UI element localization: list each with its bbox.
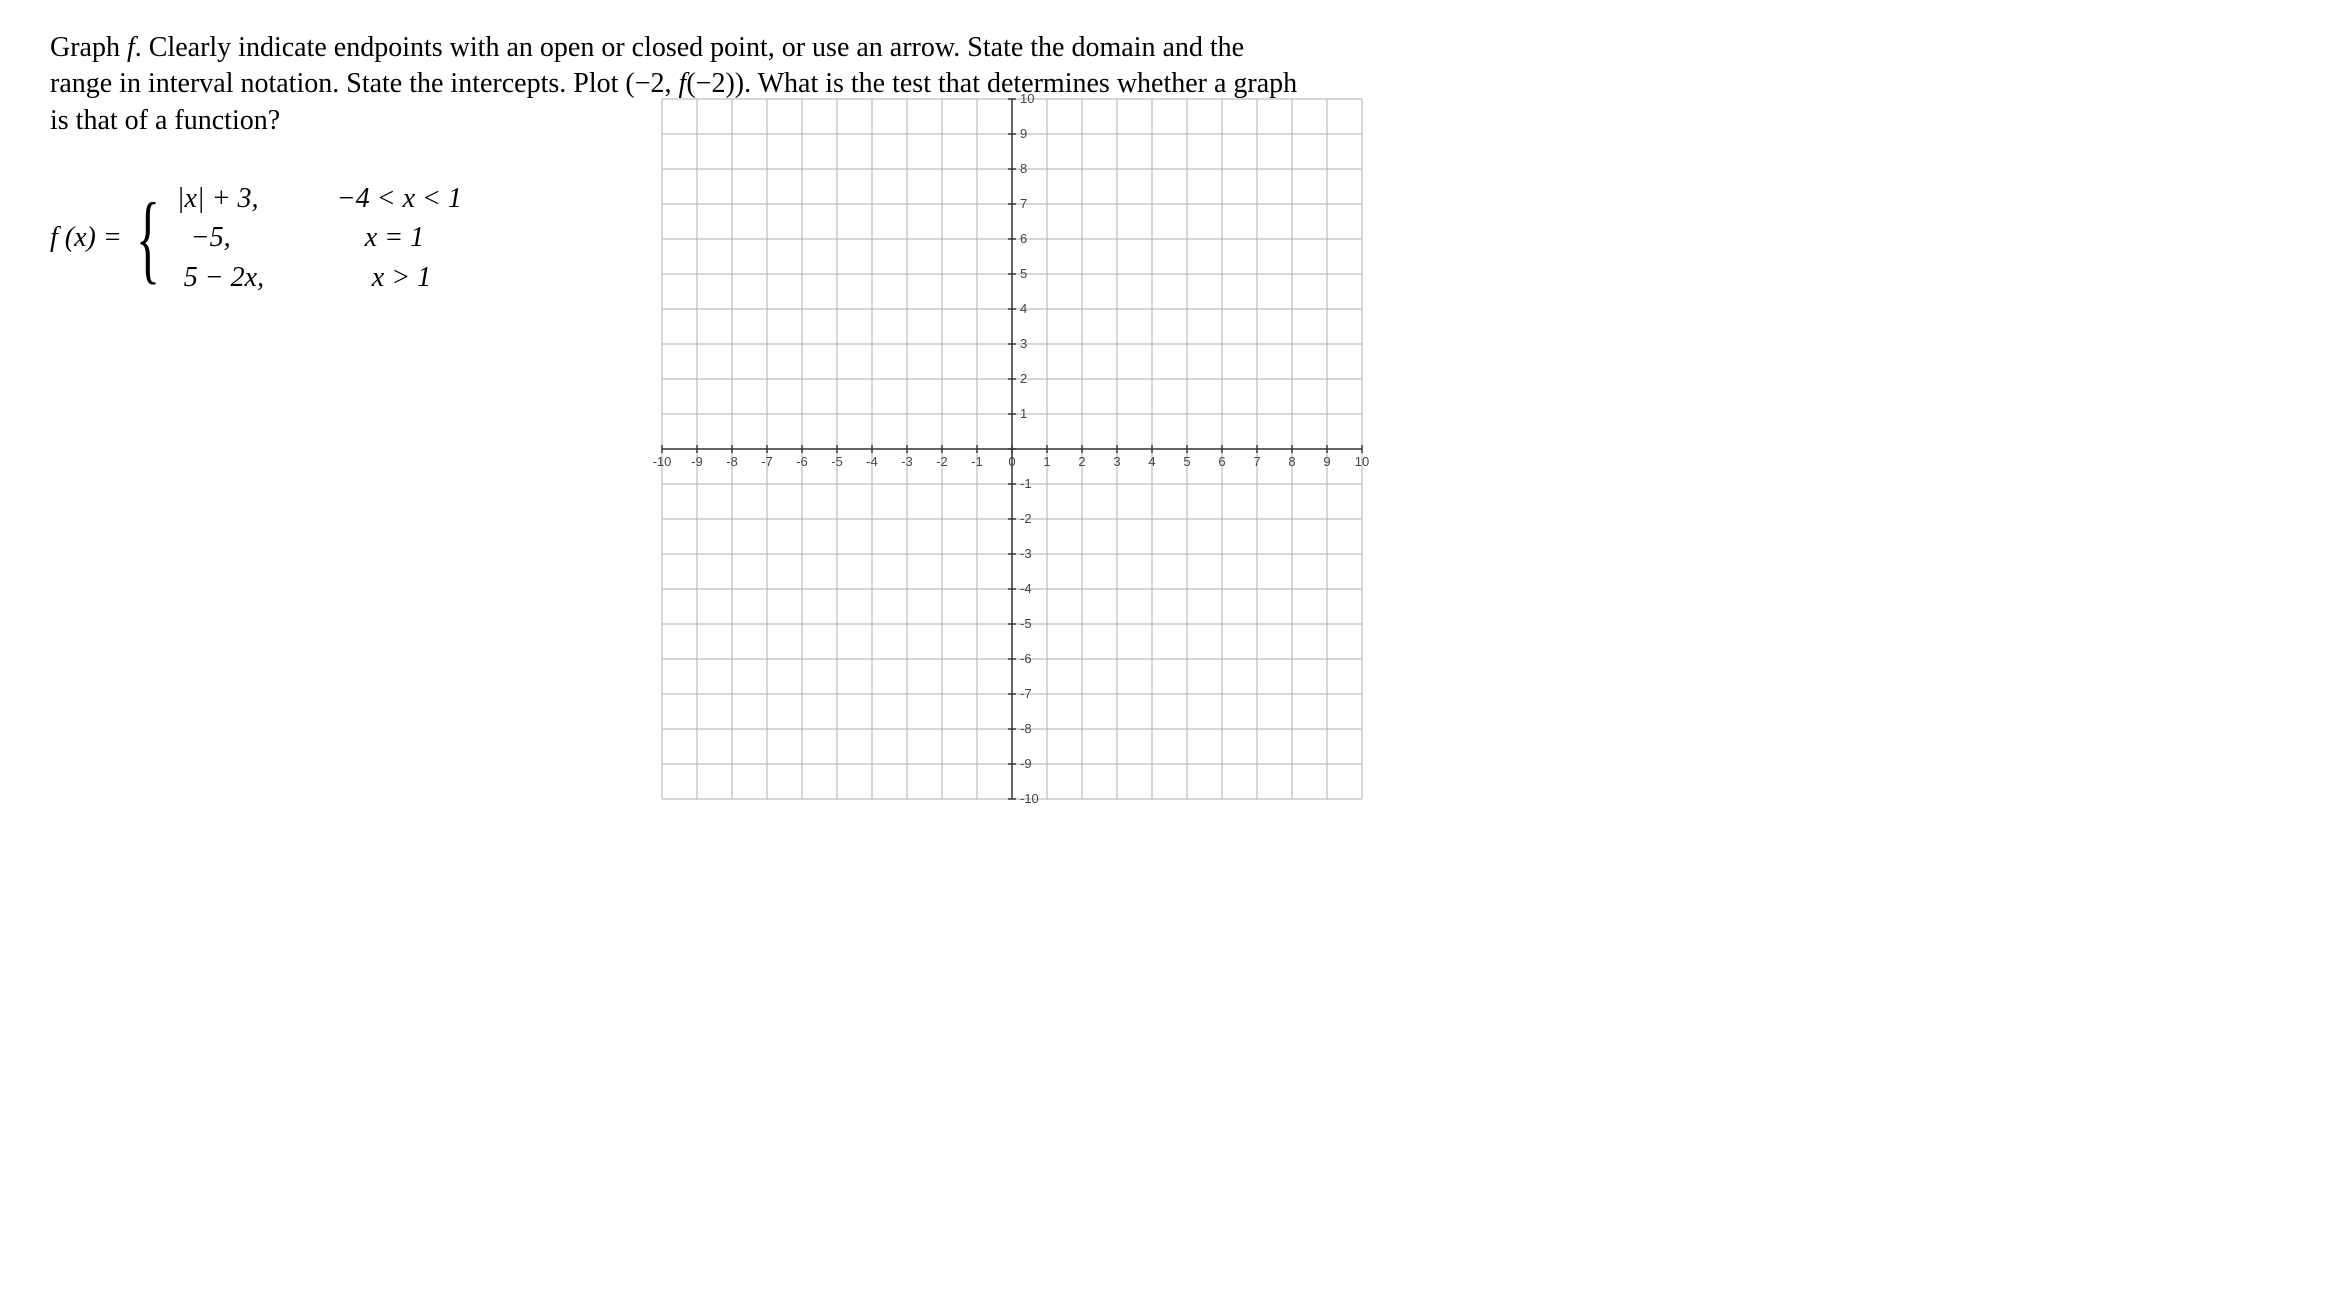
y-tick-label: 10 <box>1020 91 1034 106</box>
y-tick-label: 2 <box>1020 371 1027 386</box>
case-3-condition: x > 1 <box>317 258 431 297</box>
grid-svg: -10-9-8-7-6-5-4-3-2-10123456789101234567… <box>642 79 1382 819</box>
left-brace: { <box>136 213 160 263</box>
y-tick-label: -6 <box>1020 651 1032 666</box>
case-1-expression: |x| + 3, <box>177 179 317 218</box>
x-tick-label: 3 <box>1113 454 1120 469</box>
x-tick-label: -9 <box>691 454 703 469</box>
x-tick-label: -1 <box>971 454 983 469</box>
y-tick-label: -9 <box>1020 756 1032 771</box>
y-tick-label: 5 <box>1020 266 1027 281</box>
y-tick-label: 8 <box>1020 161 1027 176</box>
y-tick-label: 4 <box>1020 301 1027 316</box>
x-tick-label: 4 <box>1148 454 1155 469</box>
x-tick-label: -7 <box>761 454 773 469</box>
case-3: 5 − 2x, x > 1 <box>177 258 462 297</box>
x-tick-label: -4 <box>866 454 878 469</box>
y-tick-label: 7 <box>1020 196 1027 211</box>
y-tick-label: 6 <box>1020 231 1027 246</box>
y-tick-label: -5 <box>1020 616 1032 631</box>
x-tick-label: 10 <box>1355 454 1369 469</box>
y-tick-label: -4 <box>1020 581 1032 596</box>
x-tick-label: -3 <box>901 454 913 469</box>
x-tick-label: -6 <box>796 454 808 469</box>
case-2-expression: −5, <box>177 218 317 257</box>
coordinate-grid: -10-9-8-7-6-5-4-3-2-10123456789101234567… <box>642 79 1382 827</box>
case-1: |x| + 3, −4 < x < 1 <box>177 179 462 218</box>
x-tick-label: 8 <box>1288 454 1295 469</box>
case-2-condition: x = 1 <box>317 218 424 257</box>
y-tick-label: -3 <box>1020 546 1032 561</box>
x-tick-label: 2 <box>1078 454 1085 469</box>
piecewise-function-definition: f (x) = { |x| + 3, −4 < x < 1 −5, x = 1 … <box>50 179 462 297</box>
y-tick-label: 3 <box>1020 336 1027 351</box>
x-tick-label: 1 <box>1043 454 1050 469</box>
y-tick-label: 9 <box>1020 126 1027 141</box>
case-1-condition: −4 < x < 1 <box>317 179 462 218</box>
case-3-expression: 5 − 2x, <box>177 258 317 297</box>
x-tick-label: 6 <box>1218 454 1225 469</box>
y-tick-label: -1 <box>1020 476 1032 491</box>
y-tick-label: -8 <box>1020 721 1032 736</box>
x-tick-label: -8 <box>726 454 738 469</box>
x-tick-label: -5 <box>831 454 843 469</box>
function-lhs: f (x) = <box>50 222 122 254</box>
x-tick-label: 5 <box>1183 454 1190 469</box>
x-tick-label: -2 <box>936 454 948 469</box>
x-tick-label: 7 <box>1253 454 1260 469</box>
y-tick-label: -2 <box>1020 511 1032 526</box>
x-tick-label: 0 <box>1008 454 1015 469</box>
case-2: −5, x = 1 <box>177 218 462 257</box>
y-tick-label: 1 <box>1020 406 1027 421</box>
x-tick-label: -10 <box>653 454 672 469</box>
x-tick-label: 9 <box>1323 454 1330 469</box>
y-tick-label: -10 <box>1020 791 1039 806</box>
y-tick-label: -7 <box>1020 686 1032 701</box>
